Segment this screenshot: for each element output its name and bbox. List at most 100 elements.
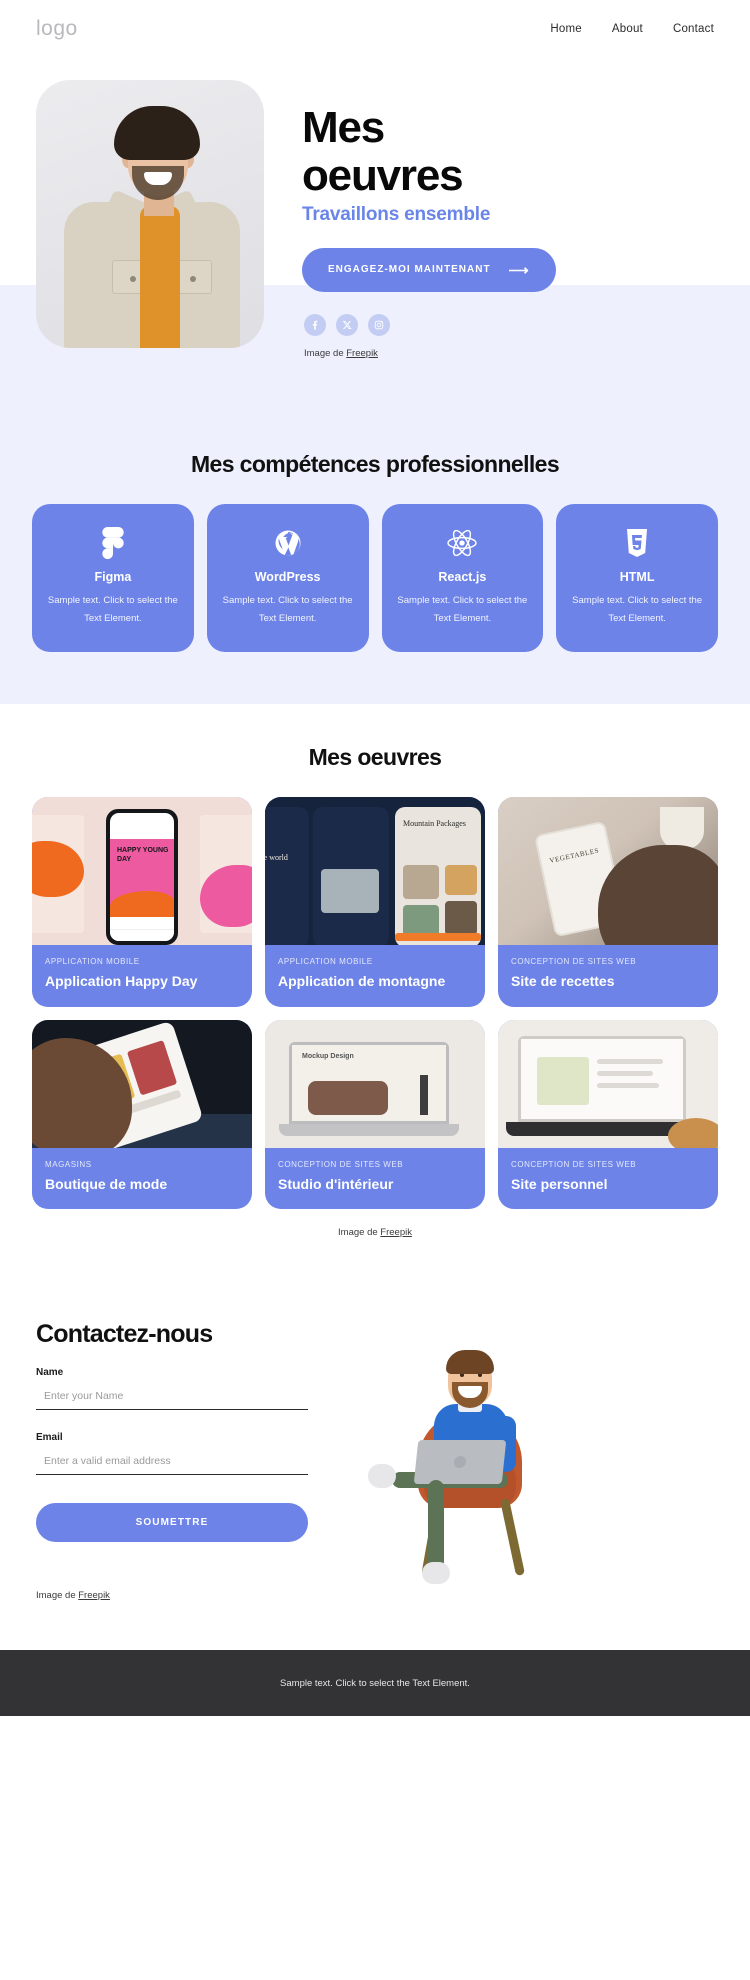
illustration-hair — [446, 1350, 494, 1374]
site-footer: Sample text. Click to select the Text El… — [0, 1650, 750, 1716]
skill-name: React.js — [438, 570, 487, 584]
instagram-icon[interactable] — [368, 313, 390, 336]
credit-prefix: Image de — [338, 1227, 381, 1238]
nav-item-about[interactable]: About — [612, 23, 643, 35]
portfolio-thumbnail: HAPPY YOUNG DAY — [32, 797, 252, 945]
portfolio-image-credit: Image de Freepik — [32, 1209, 718, 1238]
footer-text: Sample text. Click to select the Text El… — [280, 1677, 470, 1689]
nav-item-contact[interactable]: Contact — [673, 23, 714, 35]
main-nav: Home About Contact — [550, 23, 714, 35]
contact-title: Contactez-nous — [36, 1320, 213, 1348]
contact-section: Contactez-nous Name Email SOUMETTRE Imag… — [0, 1258, 750, 1650]
skill-name: Figma — [94, 570, 132, 584]
hire-me-label: ENGAGEZ-MOI MAINTENANT — [328, 264, 491, 276]
jacket-button — [130, 276, 136, 282]
skill-card-html[interactable]: HTML Sample text. Click to select the Te… — [556, 504, 718, 652]
hero-title: Mes oeuvres — [302, 104, 556, 200]
contact-illustration — [336, 1320, 714, 1620]
page-root: logo Home About Contact Mes oeuvres Trav… — [0, 0, 750, 1716]
submit-button[interactable]: SOUMETTRE — [36, 1503, 308, 1542]
skills-title: Mes compétences professionnelles — [190, 451, 560, 477]
illustration-shin — [428, 1480, 444, 1570]
site-header: logo Home About Contact — [0, 0, 750, 58]
portfolio-name: Site personnel — [511, 1175, 608, 1192]
portfolio-name: Studio d'intérieur — [278, 1175, 394, 1192]
html5-icon — [568, 526, 706, 560]
skill-desc: Sample text. Click to select the Text El… — [397, 595, 528, 624]
laptop-icon — [413, 1440, 507, 1484]
facebook-icon[interactable] — [304, 313, 326, 336]
skill-desc: Sample text. Click to select the Text El… — [47, 595, 178, 624]
portfolio-card-mountain[interactable]: ore world Mountain Packages APPLICATION … — [265, 797, 485, 1007]
hero-portrait-photo — [36, 80, 264, 348]
skills-section: Mes compétences professionnelles Figma S… — [0, 415, 750, 704]
portfolio-card-fashion-shop[interactable]: MAGASINS Boutique de mode — [32, 1019, 252, 1209]
x-twitter-icon[interactable] — [336, 313, 358, 336]
skill-card-figma[interactable]: Figma Sample text. Click to select the T… — [32, 504, 194, 652]
skills-grid: Figma Sample text. Click to select the T… — [32, 504, 718, 652]
wordpress-icon — [219, 526, 357, 560]
arrow-right-icon: ⟶ — [508, 261, 530, 278]
portfolio-category: CONCEPTION DE SITES WEB — [511, 1159, 637, 1169]
site-logo[interactable]: logo — [36, 17, 78, 41]
portfolio-thumbnail: Mockup Design — [265, 1019, 485, 1148]
freepik-link[interactable]: Freepik — [78, 1590, 110, 1601]
skill-name: HTML — [619, 570, 655, 584]
portfolio-title: Mes oeuvres — [308, 744, 442, 770]
portfolio-grid-row1: HAPPY YOUNG DAY APPLICATION MOBILE Appli… — [32, 797, 718, 1007]
thumb-recipe-label: VEGETABLES — [548, 846, 600, 865]
hire-me-button[interactable]: ENGAGEZ-MOI MAINTENANT ⟶ — [302, 247, 556, 292]
portfolio-thumbnail: VEGETABLES — [498, 797, 718, 945]
email-input[interactable] — [36, 1453, 308, 1475]
contact-form: Contactez-nous Name Email SOUMETTRE Imag… — [36, 1320, 336, 1620]
portfolio-card-interior-studio[interactable]: Mockup Design CONCEPTION DE SITES WEB St… — [265, 1019, 485, 1209]
illustration-shoe — [368, 1464, 396, 1488]
hero-image-credit: Image de Freepik — [304, 348, 556, 359]
hero-section: Mes oeuvres Travaillons ensemble ENGAGEZ… — [0, 58, 750, 415]
portrait-tshirt — [140, 206, 180, 348]
credit-prefix: Image de — [36, 1590, 79, 1601]
thumb-mountain-explore: ore world — [265, 853, 288, 862]
skill-card-reactjs[interactable]: React.js Sample text. Click to select th… — [381, 504, 544, 652]
nav-item-home[interactable]: Home — [550, 23, 581, 35]
portfolio-name: Boutique de mode — [45, 1175, 168, 1192]
portfolio-name: Application Happy Day — [45, 973, 198, 989]
portfolio-category: CONCEPTION DE SITES WEB — [511, 957, 637, 966]
portfolio-name: Site de recettes — [511, 973, 615, 989]
portfolio-card-personal-site[interactable]: CONCEPTION DE SITES WEB Site personnel — [498, 1019, 718, 1209]
skill-desc: Sample text. Click to select the Text El… — [572, 595, 703, 624]
portfolio-thumbnail — [498, 1019, 718, 1148]
email-label: Email — [36, 1432, 63, 1443]
name-input[interactable] — [36, 1388, 308, 1410]
portfolio-name: Application de montagne — [278, 973, 446, 989]
credit-prefix: Image de — [304, 347, 347, 359]
thumb-mountain-title: Mountain Packages — [403, 819, 466, 828]
portfolio-card-happy-day[interactable]: HAPPY YOUNG DAY APPLICATION MOBILE Appli… — [32, 797, 252, 1007]
skill-card-wordpress[interactable]: WordPress Sample text. Click to select t… — [206, 504, 369, 652]
portfolio-category: CONCEPTION DE SITES WEB — [278, 1159, 404, 1169]
portfolio-thumbnail: ore world Mountain Packages — [265, 797, 485, 945]
portfolio-category: APPLICATION MOBILE — [45, 957, 140, 966]
portfolio-section: Mes oeuvres HAPPY YOUNG DAY APPLICATION … — [0, 704, 750, 1258]
portfolio-category: MAGASINS — [45, 1159, 92, 1169]
react-icon — [394, 526, 532, 560]
portfolio-card-recipes[interactable]: VEGETABLES CONCEPTION DE SITES WEB Site … — [498, 797, 718, 1007]
thumb-happy-title: HAPPY YOUNG DAY — [117, 847, 169, 863]
skill-desc: Sample text. Click to select the Text El… — [222, 595, 353, 624]
illustration-shoe — [422, 1562, 450, 1584]
social-links — [304, 313, 556, 336]
freepik-link[interactable]: Freepik — [380, 1227, 412, 1238]
portfolio-category: APPLICATION MOBILE — [278, 957, 373, 966]
skill-name: WordPress — [254, 570, 321, 584]
hero-title-line2: oeuvres — [302, 150, 464, 200]
contact-image-credit: Image de Freepik — [36, 1590, 336, 1601]
freepik-link[interactable]: Freepik — [346, 348, 378, 359]
portfolio-thumbnail — [32, 1019, 252, 1148]
illustration-chair-leg — [499, 1497, 526, 1577]
jacket-button — [190, 276, 196, 282]
thumb-studio-label: Mockup Design — [302, 1052, 354, 1060]
figma-icon — [44, 526, 182, 560]
portrait-hair — [114, 106, 200, 160]
portfolio-grid-row2: MAGASINS Boutique de mode Mockup Design … — [32, 1019, 718, 1209]
name-label: Name — [36, 1367, 64, 1378]
